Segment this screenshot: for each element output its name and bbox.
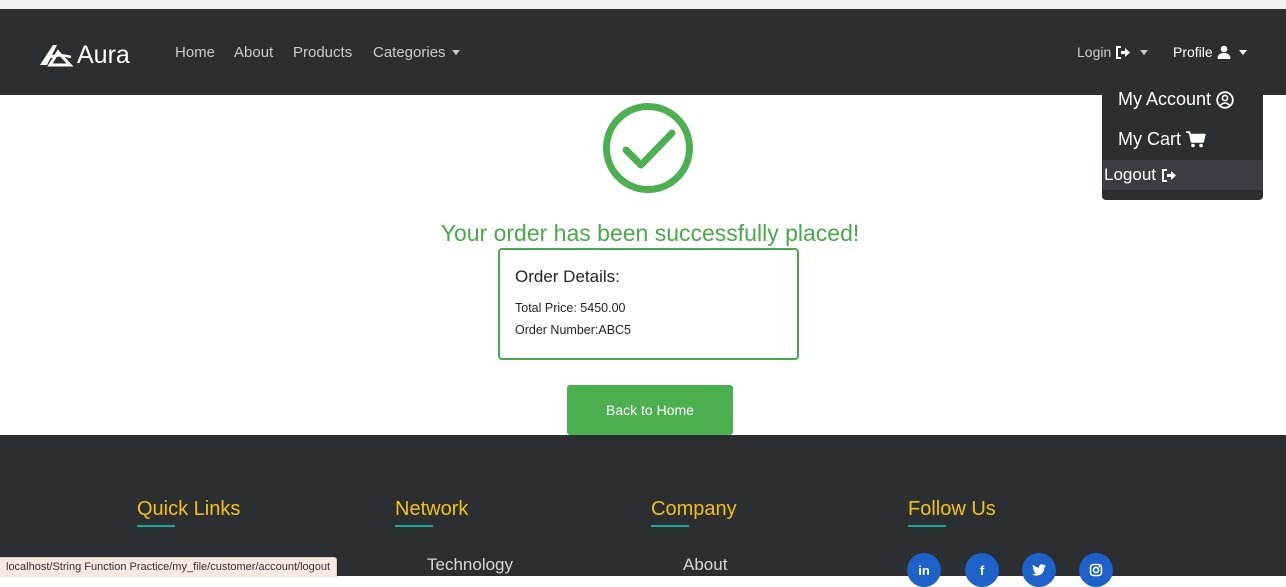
profile-menu: My Account My Cart Logout: [1102, 75, 1263, 200]
nav-about[interactable]: About: [234, 44, 273, 62]
nav-products[interactable]: Products: [293, 44, 352, 62]
footer-heading-quick-links: Quick Links: [137, 498, 241, 520]
menu-item-label: My Account: [1118, 89, 1212, 109]
footer-heading-underline: [395, 525, 433, 527]
twitter-bird-glyph: [1032, 564, 1046, 576]
footer-heading-network: Network: [395, 498, 469, 520]
menu-item-label: My Cart: [1118, 129, 1181, 149]
browser-top-strip: [0, 0, 1286, 9]
nav-categories-dropdown[interactable]: Categories: [373, 44, 460, 62]
user-circle-icon: [1216, 90, 1234, 109]
sign-in-icon: [1116, 45, 1131, 59]
menu-item-label: Logout: [1104, 165, 1156, 184]
chevron-down-icon: [1140, 49, 1149, 55]
profile-dropdown[interactable]: Profile: [1173, 44, 1247, 60]
brand-logo-link[interactable]: Aura: [37, 39, 130, 71]
order-number: Order Number:ABC5: [515, 323, 632, 337]
shopping-cart-icon: [1186, 131, 1206, 148]
nav-home[interactable]: Home: [175, 44, 215, 62]
aura-logo-icon: [40, 45, 73, 67]
menu-item-logout[interactable]: Logout: [1104, 165, 1177, 185]
footer-heading-underline: [137, 525, 175, 527]
nav-categories-label: Categories: [373, 44, 446, 61]
order-details-card: Order Details: Total Price: 5450.00 Orde…: [498, 248, 799, 360]
footer-heading-follow-us: Follow Us: [908, 498, 996, 520]
success-check-icon: [603, 103, 693, 193]
footer-heading-underline: [651, 525, 689, 527]
menu-item-my-account[interactable]: My Account: [1118, 89, 1234, 110]
twitter-icon[interactable]: [1022, 553, 1056, 587]
profile-label: Profile: [1173, 44, 1213, 60]
instagram-glyph: [1089, 563, 1103, 577]
order-total-price: Total Price: 5450.00: [515, 301, 626, 315]
brand-name: Aura: [77, 40, 130, 69]
footer-heading-underline: [908, 525, 946, 527]
instagram-icon[interactable]: [1079, 553, 1113, 587]
chevron-down-icon: [451, 50, 460, 55]
sign-out-icon: [1162, 168, 1176, 182]
browser-status-url: localhost/String Function Practice/my_fi…: [0, 557, 338, 577]
back-to-home-button[interactable]: Back to Home: [567, 385, 733, 435]
footer-link-technology[interactable]: Technology: [427, 555, 513, 575]
facebook-icon[interactable]: f: [965, 553, 999, 587]
footer-heading-company: Company: [651, 498, 737, 520]
linkedin-icon[interactable]: in: [907, 553, 941, 587]
order-success-message: Your order has been successfully placed!: [440, 220, 860, 246]
order-details-title: Order Details:: [515, 267, 620, 286]
chevron-down-icon: [1238, 49, 1247, 55]
user-icon: [1217, 45, 1231, 59]
login-dropdown[interactable]: Login: [1077, 44, 1149, 60]
login-label: Login: [1077, 44, 1112, 60]
menu-item-my-cart[interactable]: My Cart: [1118, 129, 1206, 150]
footer-link-about[interactable]: About: [683, 555, 727, 575]
